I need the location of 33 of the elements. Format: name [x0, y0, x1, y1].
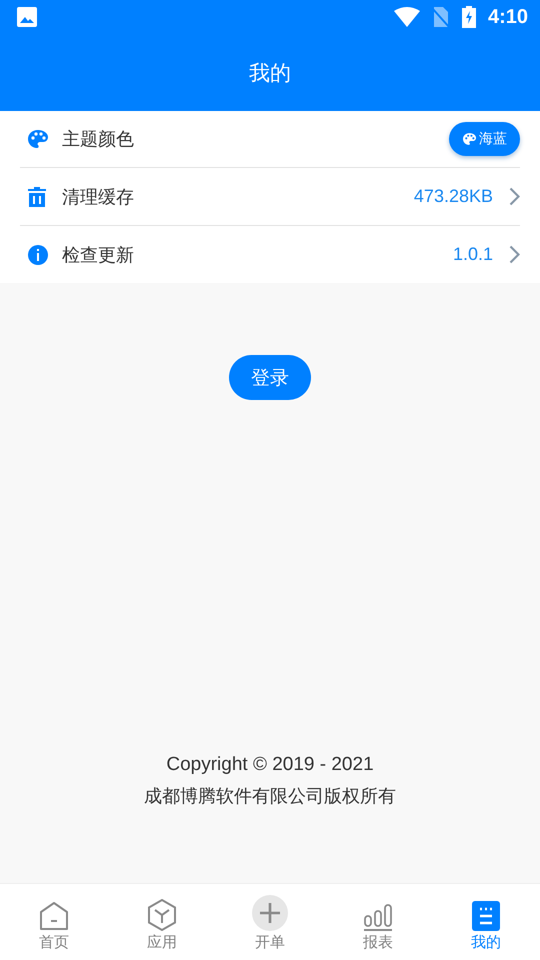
chevron-right-icon	[509, 245, 520, 264]
settings-row[interactable]: 主题颜色 海蓝	[20, 111, 520, 167]
theme-color-button[interactable]: 海蓝	[449, 122, 520, 156]
image-icon	[16, 6, 38, 28]
profile-card-icon	[472, 901, 500, 931]
settings-value: 473.28KB	[414, 186, 493, 207]
info-icon	[28, 244, 48, 264]
chevron-right-icon	[509, 187, 520, 206]
nav-tab[interactable]: 我的	[432, 884, 540, 960]
settings-label: 清理缓存	[62, 186, 135, 208]
settings-row[interactable]: 检查更新 1.0.1	[20, 225, 520, 283]
wifi-icon	[394, 7, 420, 27]
status-time: 4:10	[488, 6, 528, 28]
bar-chart-icon	[363, 903, 393, 931]
battery-icon	[462, 6, 476, 28]
nav-tab[interactable]: 报表	[324, 884, 432, 960]
palette-icon	[28, 130, 48, 148]
settings-row[interactable]: 清理缓存 473.28KB	[20, 167, 520, 225]
nav-tab[interactable]: 应用	[108, 884, 216, 960]
settings-label: 检查更新	[62, 244, 135, 266]
copyright-text: Copyright © 2019 - 2021	[166, 753, 374, 777]
home-icon	[39, 901, 69, 931]
settings-label: 主题颜色	[62, 128, 135, 151]
settings-value: 1.0.1	[452, 244, 493, 265]
company-text: 成都博腾软件有限公司版权所有	[144, 785, 396, 809]
cube-icon	[147, 899, 177, 931]
page-title: 我的	[249, 60, 291, 86]
nav-tab[interactable]: 首页	[0, 884, 108, 960]
palette-icon	[463, 133, 476, 145]
plus-icon	[252, 895, 288, 931]
trash-icon	[28, 186, 46, 206]
nav-tab[interactable]: 开单	[216, 884, 324, 960]
login-button[interactable]: 登录	[229, 355, 311, 400]
